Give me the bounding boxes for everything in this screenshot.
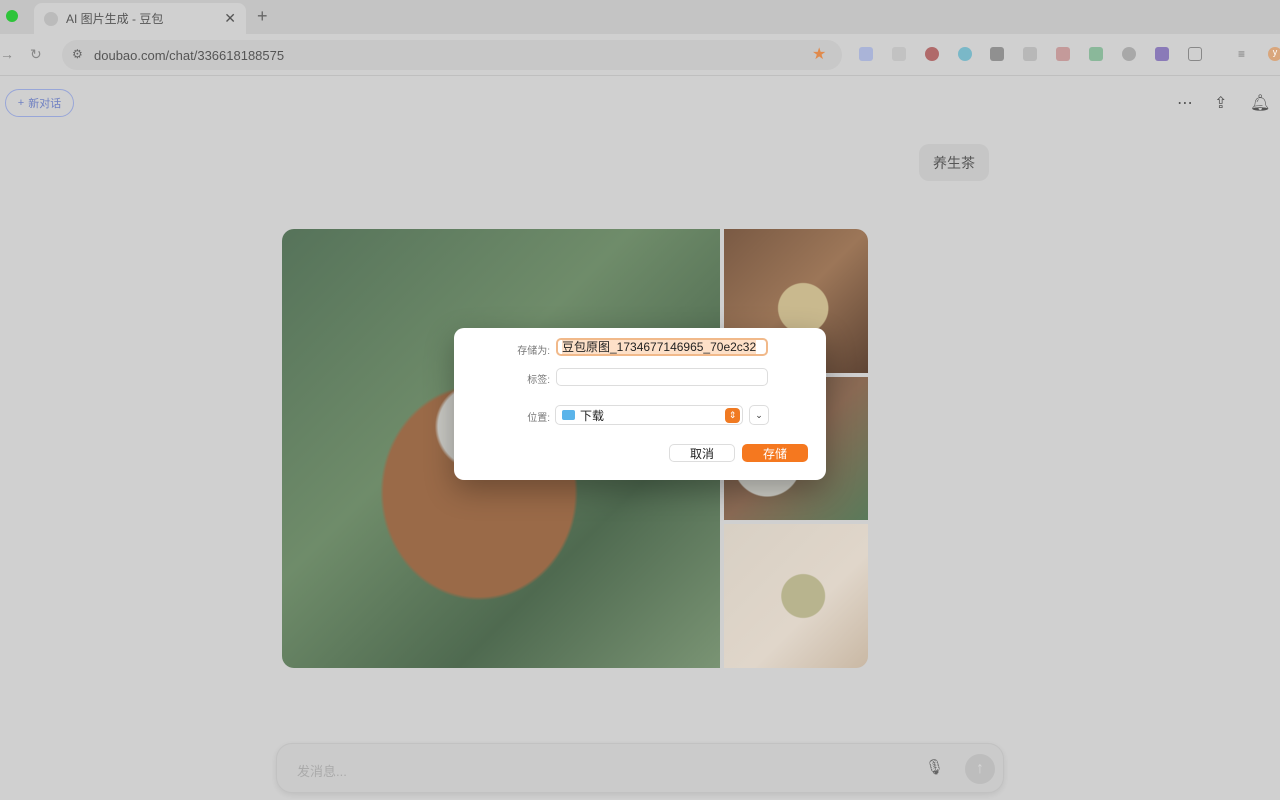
tags-input[interactable] <box>556 368 768 386</box>
download-extension-icon[interactable] <box>925 47 939 61</box>
forward-icon[interactable]: → <box>0 46 14 62</box>
user-message: 养生茶 <box>919 144 989 181</box>
download-icon[interactable] <box>990 47 1004 61</box>
file-extension-icon[interactable] <box>1089 47 1103 61</box>
message-input[interactable]: 发消息... 🎙︎ ↑ <box>276 743 1004 793</box>
save-dialog: 存储为: 豆包原图_1734677146965_70e2c32 标签: 位置: … <box>454 328 826 480</box>
plus-icon: + <box>17 97 25 109</box>
extension-icon[interactable] <box>892 47 906 61</box>
address-bar-row: → ↻ ⚙ doubao.com/chat/336618188575 ★ ≡ y <box>0 34 1280 76</box>
save-button[interactable]: 存储 <box>742 444 808 462</box>
window-close-button[interactable] <box>6 10 18 22</box>
share-icon[interactable]: ⇪ <box>1214 93 1227 113</box>
avatar-extension-icon[interactable] <box>1122 47 1136 61</box>
filename-input[interactable]: 豆包原图_1734677146965_70e2c32 <box>556 338 768 356</box>
profile-avatar[interactable]: y <box>1268 47 1280 61</box>
send-button[interactable]: ↑ <box>965 754 995 784</box>
capture-extension-icon[interactable] <box>1056 47 1070 61</box>
location-value: 下载 <box>580 408 605 423</box>
star-extension-icon[interactable] <box>1155 47 1169 61</box>
generated-image-4[interactable] <box>724 524 868 668</box>
new-tab-icon[interactable]: + <box>257 6 268 27</box>
select-stepper-icon: ⇕ <box>725 408 740 423</box>
folder-icon <box>562 410 575 420</box>
extensions-puzzle-icon[interactable] <box>1188 47 1202 61</box>
tab-title: AI 图片生成 - 豆包 <box>66 12 164 26</box>
save-extension-icon[interactable] <box>1023 47 1037 61</box>
site-settings-icon[interactable]: ⚙ <box>72 47 83 61</box>
location-label: 位置: <box>527 413 550 424</box>
new-chat-button[interactable]: + 新对话 <box>5 89 74 117</box>
message-placeholder: 发消息... <box>297 764 347 779</box>
scissors-extension-icon[interactable] <box>859 47 873 61</box>
cancel-button[interactable]: 取消 <box>669 444 735 462</box>
notification-bell-icon[interactable]: 🔔︎ <box>1250 93 1270 113</box>
url-text: doubao.com/chat/336618188575 <box>94 47 285 63</box>
reading-list-icon[interactable]: ≡ <box>1238 47 1252 61</box>
filename-value: 豆包原图_1734677146965_70e2c32 <box>562 340 757 354</box>
bookmark-star-icon[interactable]: ★ <box>812 44 826 64</box>
location-select[interactable]: 下载 ⇕ <box>555 405 743 425</box>
microphone-icon[interactable]: 🎙︎ <box>925 758 944 776</box>
tab-bar: AI 图片生成 - 豆包 ✕ + <box>0 0 1280 34</box>
close-tab-icon[interactable]: ✕ <box>224 10 236 27</box>
tags-label: 标签: <box>527 375 550 386</box>
browser-tab[interactable]: AI 图片生成 - 豆包 ✕ <box>34 3 246 34</box>
more-icon[interactable]: ⋯ <box>1177 93 1193 113</box>
reload-icon[interactable]: ↻ <box>30 46 42 63</box>
new-chat-label: 新对话 <box>28 98 62 110</box>
doubao-favicon-icon <box>44 11 58 26</box>
tiktok-extension-icon[interactable] <box>958 47 972 61</box>
expand-dialog-button[interactable]: ⌄ <box>749 405 769 425</box>
save-as-label: 存储为: <box>517 346 550 357</box>
url-field[interactable]: ⚙ doubao.com/chat/336618188575 <box>62 40 842 70</box>
